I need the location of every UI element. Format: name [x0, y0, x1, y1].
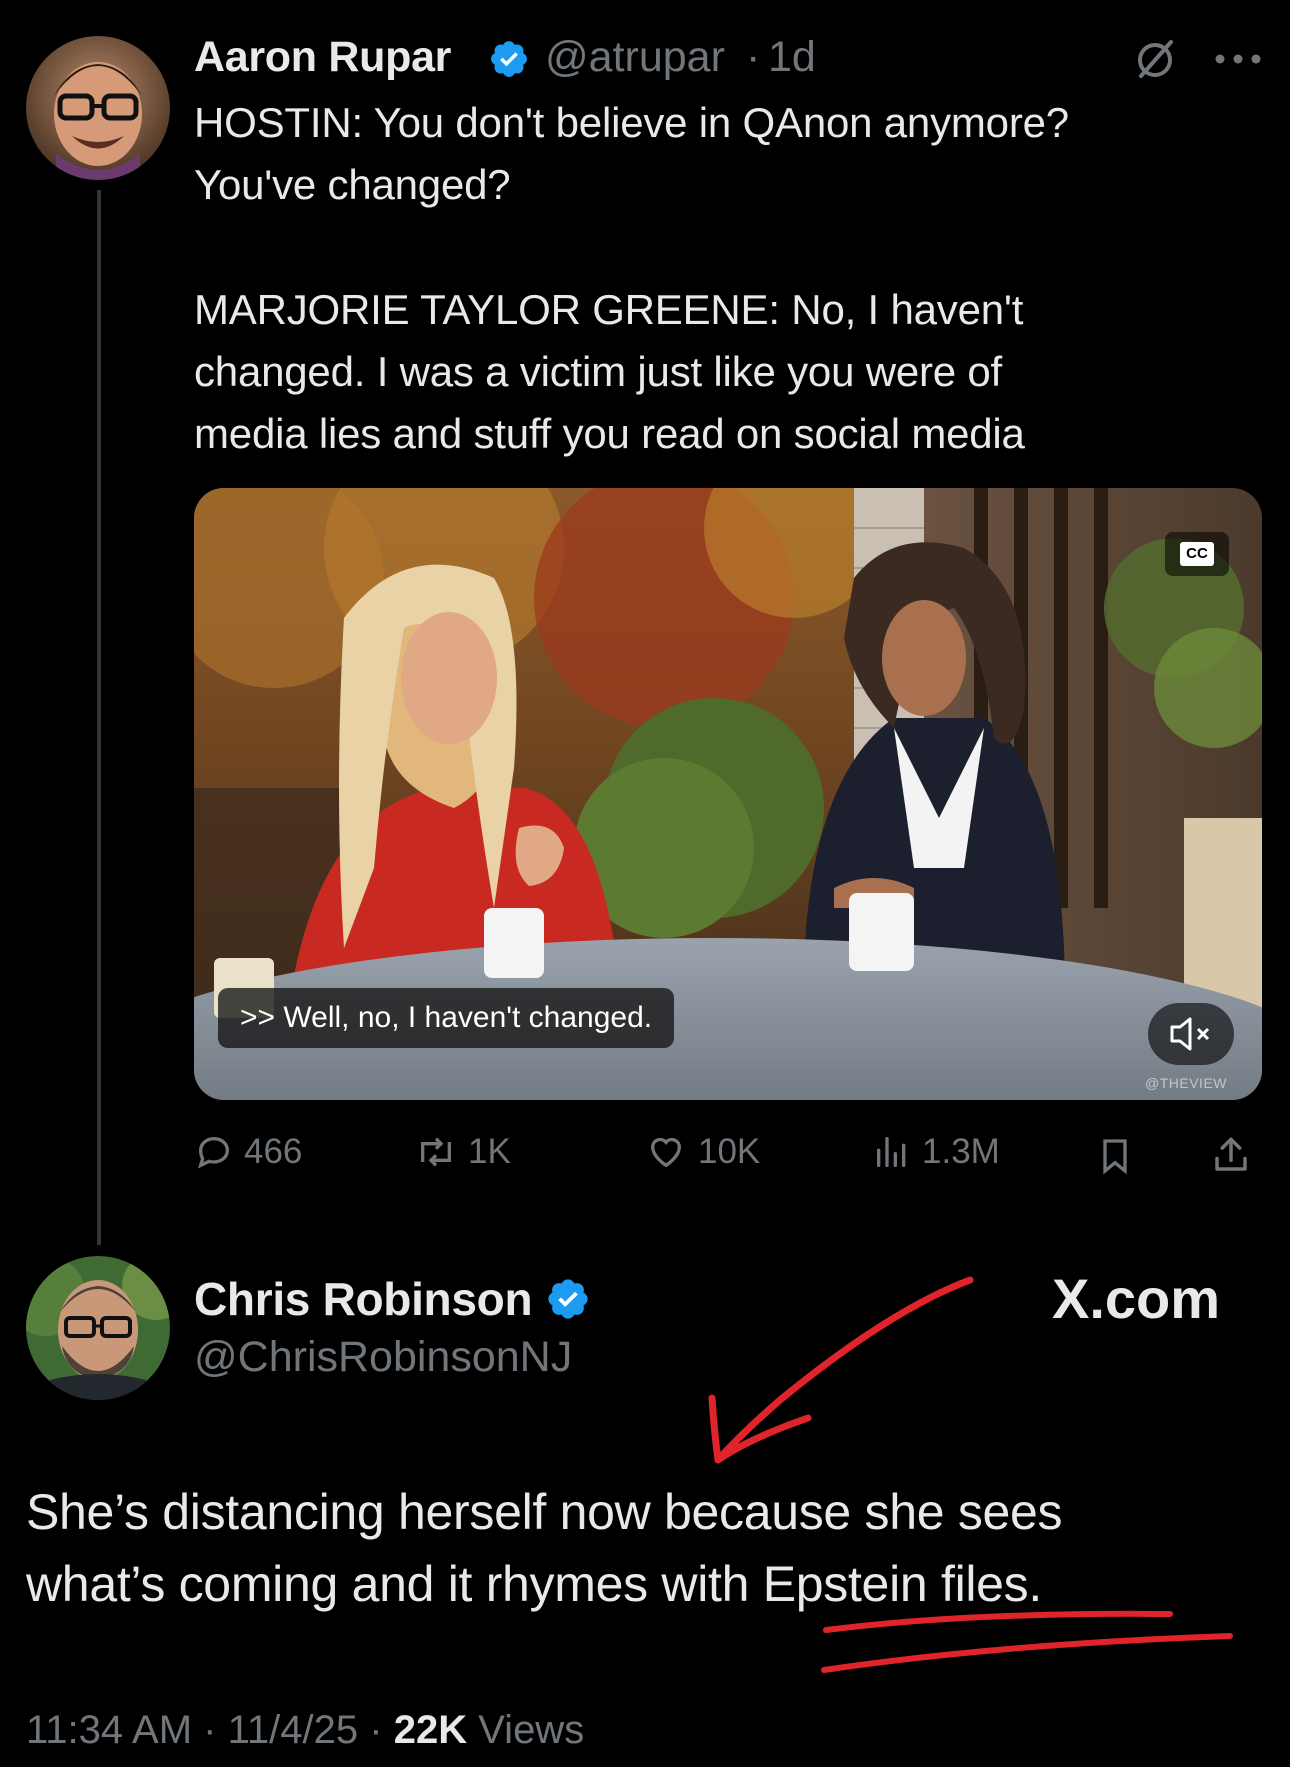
bookmark-icon[interactable]: [1097, 1136, 1133, 1181]
separator-dot: ·: [203, 1708, 217, 1752]
reply-icon: [197, 1136, 230, 1169]
x-com-watermark: X.com: [1052, 1267, 1221, 1330]
avatar[interactable]: [26, 36, 170, 180]
tweet-text-line: MARJORIE TAYLOR GREENE: No, I haven't: [194, 286, 1024, 333]
separator-dot: ·: [369, 1708, 383, 1752]
speaker-muted-icon: [1170, 1017, 1210, 1051]
repost-action[interactable]: 1K: [414, 1132, 511, 1172]
slash-circle-icon[interactable]: [1133, 36, 1177, 85]
reply-view-count: 22K: [393, 1708, 468, 1752]
reply-metadata: 11:34 AM · 11/4/25 · 22K Views: [26, 1708, 584, 1753]
verified-badge-icon: [545, 1276, 591, 1327]
thread-connector-line: [97, 190, 101, 1245]
mute-button[interactable]: [1148, 1003, 1234, 1065]
reply-count: 466: [244, 1132, 303, 1171]
author-handle[interactable]: @ChrisRobinsonNJ: [194, 1333, 572, 1382]
time-ago[interactable]: 1d: [768, 33, 816, 82]
repost-count: 1K: [468, 1132, 511, 1171]
view-count: 1.3M: [922, 1132, 1000, 1171]
avatar[interactable]: [26, 1256, 170, 1400]
red-arrow-annotation: [690, 1270, 980, 1475]
media-watermark: @THEVIEW: [1145, 1075, 1227, 1091]
red-underline-annotation: [820, 1600, 1240, 1685]
reply-time: 11:34 AM: [26, 1708, 193, 1752]
reply-date: 11/4/25: [227, 1708, 359, 1752]
reply-action[interactable]: 466: [194, 1132, 302, 1172]
reply-text-line: She’s distancing herself now because she…: [26, 1484, 1063, 1540]
more-dots-icon[interactable]: [1214, 52, 1262, 70]
author-handle[interactable]: @atrupar: [545, 33, 725, 82]
tweet-text-line: HOSTIN: You don't believe in QAnon anymo…: [194, 99, 1069, 146]
share-icon[interactable]: [1210, 1134, 1252, 1181]
verified-badge-icon: [488, 38, 530, 85]
like-count: 10K: [698, 1132, 761, 1171]
analytics-icon: [877, 1137, 906, 1167]
video-caption: >> Well, no, I haven't changed.: [218, 988, 675, 1048]
author-name[interactable]: Aaron Rupar: [194, 33, 451, 82]
separator-dot: ·: [746, 33, 761, 81]
tweet-text-line: changed. I was a victim just like you we…: [194, 348, 1003, 395]
tweet-text-line: media lies and stuff you read on social …: [194, 410, 1025, 457]
cc-label: CC: [1180, 542, 1214, 566]
tweet-text-line: You've changed?: [194, 161, 511, 208]
author-name[interactable]: Chris Robinson: [194, 1272, 533, 1326]
heart-icon: [650, 1137, 682, 1168]
views-label: Views: [478, 1708, 585, 1752]
views-action[interactable]: 1.3M: [872, 1132, 1000, 1172]
like-action[interactable]: 10K: [644, 1132, 760, 1172]
repost-icon: [421, 1137, 451, 1167]
